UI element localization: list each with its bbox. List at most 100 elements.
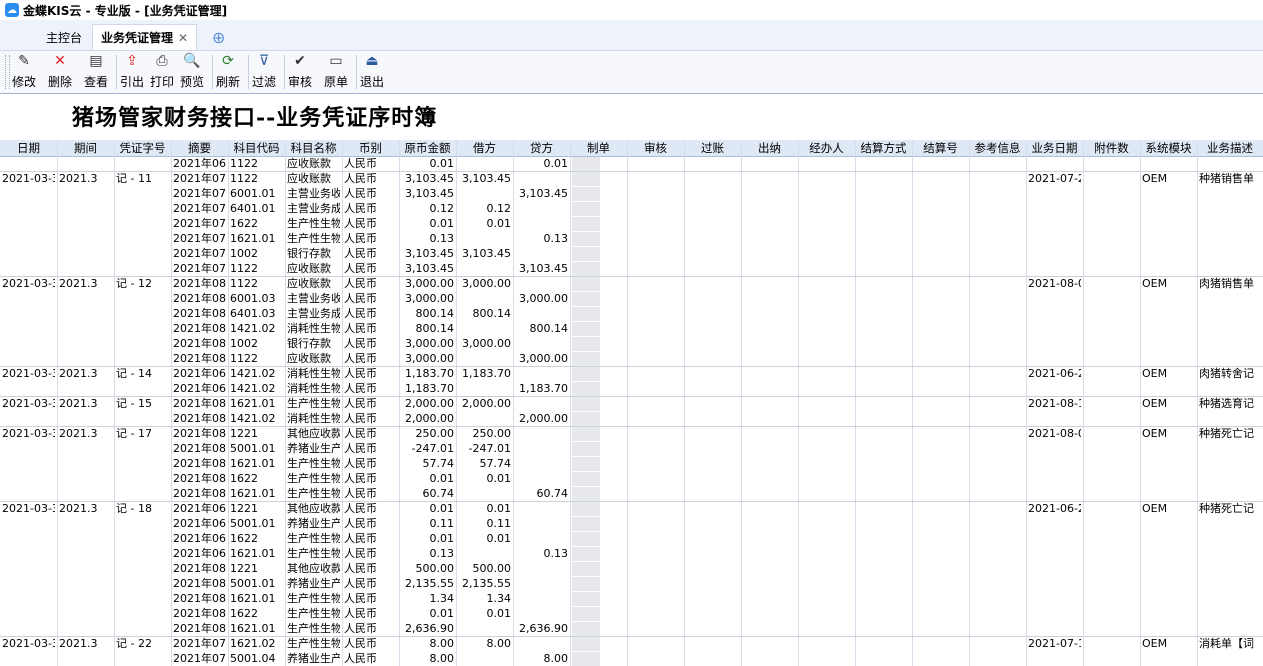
table-cell[interactable]: 人民币 (344, 276, 397, 291)
tab-voucher-management[interactable]: 业务凭证管理 ✕ (92, 24, 198, 50)
column-header[interactable]: 凭证字号 (114, 140, 171, 156)
table-cell[interactable]: 3,000.00 (401, 336, 454, 351)
table-cell[interactable]: 2021年08月 (173, 396, 226, 411)
table-cell[interactable]: 3,103.45 (401, 171, 454, 186)
close-icon[interactable]: ✕ (178, 31, 188, 45)
table-cell[interactable]: 主营业务成本 (287, 306, 340, 321)
table-cell[interactable]: 1622 (230, 531, 283, 546)
table-cell[interactable]: 人民币 (344, 516, 397, 531)
table-cell[interactable]: 生产性生物资产 (287, 621, 340, 636)
table-cell[interactable]: 养猪业生产成本 (287, 441, 340, 456)
table-cell[interactable]: 2021-07-26 (1028, 171, 1081, 186)
table-cell[interactable]: 0.01 (458, 606, 512, 621)
table-cell[interactable]: 6001.01 (230, 186, 283, 201)
table-cell[interactable]: 2,000.00 (515, 411, 568, 426)
table-cell[interactable]: 生产性生物资产 (287, 636, 340, 651)
filter-button[interactable]: ⊽ 过滤 (252, 53, 276, 90)
table-cell[interactable]: 人民币 (344, 321, 397, 336)
table-cell[interactable]: 2021年07月 (173, 231, 226, 246)
table-cell[interactable]: 人民币 (344, 366, 397, 381)
table-cell[interactable]: 消耗性生物资产 (287, 321, 340, 336)
table-cell[interactable]: 2021年08月 (173, 486, 226, 501)
table-cell[interactable]: 3,103.45 (458, 246, 511, 261)
table-cell[interactable]: 其他应收款 (287, 561, 340, 576)
table-cell[interactable]: 2021.3 (59, 426, 112, 441)
table-cell[interactable]: 1.34 (458, 591, 512, 606)
column-header[interactable]: 审核 (627, 140, 684, 156)
table-cell[interactable]: 记 - 17 (116, 426, 169, 441)
table-cell[interactable]: -247.01 (401, 441, 454, 456)
table-cell[interactable]: 0.01 (401, 531, 455, 546)
table-cell[interactable]: 1621.01 (230, 456, 283, 471)
table-cell[interactable]: 人民币 (344, 501, 397, 516)
table-cell[interactable]: 其他应收款 (287, 426, 340, 441)
table-cell[interactable]: 2021年07月 (173, 636, 226, 651)
table-cell[interactable]: 800.14 (401, 306, 455, 321)
table-cell[interactable]: 0.01 (401, 156, 455, 171)
table-cell[interactable]: 1122 (230, 261, 283, 276)
table-cell[interactable]: 银行存款 (287, 246, 340, 261)
table-cell[interactable]: 1,183.70 (515, 381, 568, 396)
table-cell[interactable]: 3,000.00 (515, 351, 568, 366)
column-header[interactable]: 经办人 (798, 140, 855, 156)
table-cell[interactable]: 2021年08月 (173, 621, 226, 636)
delete-button[interactable]: ✕ 删除 (48, 53, 72, 90)
table-cell[interactable]: 2021年07月 (173, 261, 226, 276)
table-cell[interactable]: 2021年06月 (173, 516, 226, 531)
table-cell[interactable]: 2021年08月 (173, 291, 226, 306)
table-cell[interactable]: 2021-06-24 (1028, 501, 1081, 516)
table-cell[interactable]: 人民币 (344, 576, 397, 591)
table-cell[interactable]: 2021年06月 (173, 366, 226, 381)
preview-button[interactable]: 🔍 预览 (180, 53, 204, 90)
table-cell[interactable]: 生产性生物资产 (287, 231, 340, 246)
table-cell[interactable]: 60.74 (515, 486, 569, 501)
table-cell[interactable]: 3,000.00 (401, 351, 454, 366)
table-cell[interactable]: OEM (1142, 396, 1195, 411)
table-cell[interactable]: 2021-08-10 (1028, 396, 1081, 411)
table-cell[interactable]: 6401.01 (230, 201, 283, 216)
table-cell[interactable]: 2021-03-31 (2, 276, 55, 291)
table-cell[interactable]: 0.13 (515, 546, 569, 561)
table-cell[interactable]: 人民币 (344, 261, 397, 276)
table-cell[interactable]: 2,135.55 (401, 576, 454, 591)
column-header[interactable]: 结算方式 (855, 140, 912, 156)
table-cell[interactable]: 记 - 15 (116, 396, 169, 411)
table-cell[interactable]: 3,103.45 (401, 261, 454, 276)
table-cell[interactable]: 1002 (230, 246, 283, 261)
table-cell[interactable]: 800.14 (458, 306, 512, 321)
table-cell[interactable]: 2021年07月 (173, 246, 226, 261)
table-cell[interactable]: 0.12 (458, 201, 512, 216)
table-cell[interactable]: 2,636.90 (515, 621, 568, 636)
column-header[interactable]: 贷方 (513, 140, 570, 156)
table-cell[interactable]: 250.00 (458, 426, 512, 441)
table-cell[interactable]: 人民币 (344, 171, 397, 186)
table-cell[interactable]: OEM (1142, 501, 1195, 516)
table-cell[interactable]: 1,183.70 (401, 366, 454, 381)
table-cell[interactable]: 人民币 (344, 426, 397, 441)
view-button[interactable]: ▤ 查看 (84, 53, 108, 90)
table-cell[interactable]: 人民币 (344, 231, 397, 246)
table-cell[interactable]: 人民币 (344, 471, 397, 486)
table-cell[interactable]: 1621.01 (230, 486, 283, 501)
table-cell[interactable]: 3,000.00 (458, 336, 511, 351)
table-cell[interactable]: 1221 (230, 426, 283, 441)
column-header[interactable]: 过账 (684, 140, 741, 156)
table-cell[interactable]: 人民币 (344, 636, 397, 651)
table-cell[interactable]: 0.13 (401, 546, 455, 561)
table-cell[interactable]: 其他应收款 (287, 501, 340, 516)
table-cell[interactable]: 3,000.00 (401, 291, 454, 306)
table-cell[interactable]: 人民币 (344, 216, 397, 231)
table-cell[interactable]: 人民币 (344, 546, 397, 561)
table-cell[interactable]: 3,103.45 (515, 261, 568, 276)
table-cell[interactable]: 2021年08月 (173, 336, 226, 351)
table-cell[interactable]: 人民币 (344, 306, 397, 321)
table-cell[interactable]: 57.74 (458, 456, 512, 471)
table-cell[interactable]: 1221 (230, 561, 283, 576)
table-cell[interactable]: 0.13 (515, 231, 569, 246)
table-cell[interactable]: 1,183.70 (401, 381, 454, 396)
table-cell[interactable]: 2021年06月 (173, 156, 226, 171)
table-cell[interactable]: 2,000.00 (458, 396, 511, 411)
export-button[interactable]: ⇪ 引出 (120, 53, 144, 90)
table-cell[interactable]: 2021-06-24 (1028, 366, 1081, 381)
table-cell[interactable]: 2021.3 (59, 501, 112, 516)
